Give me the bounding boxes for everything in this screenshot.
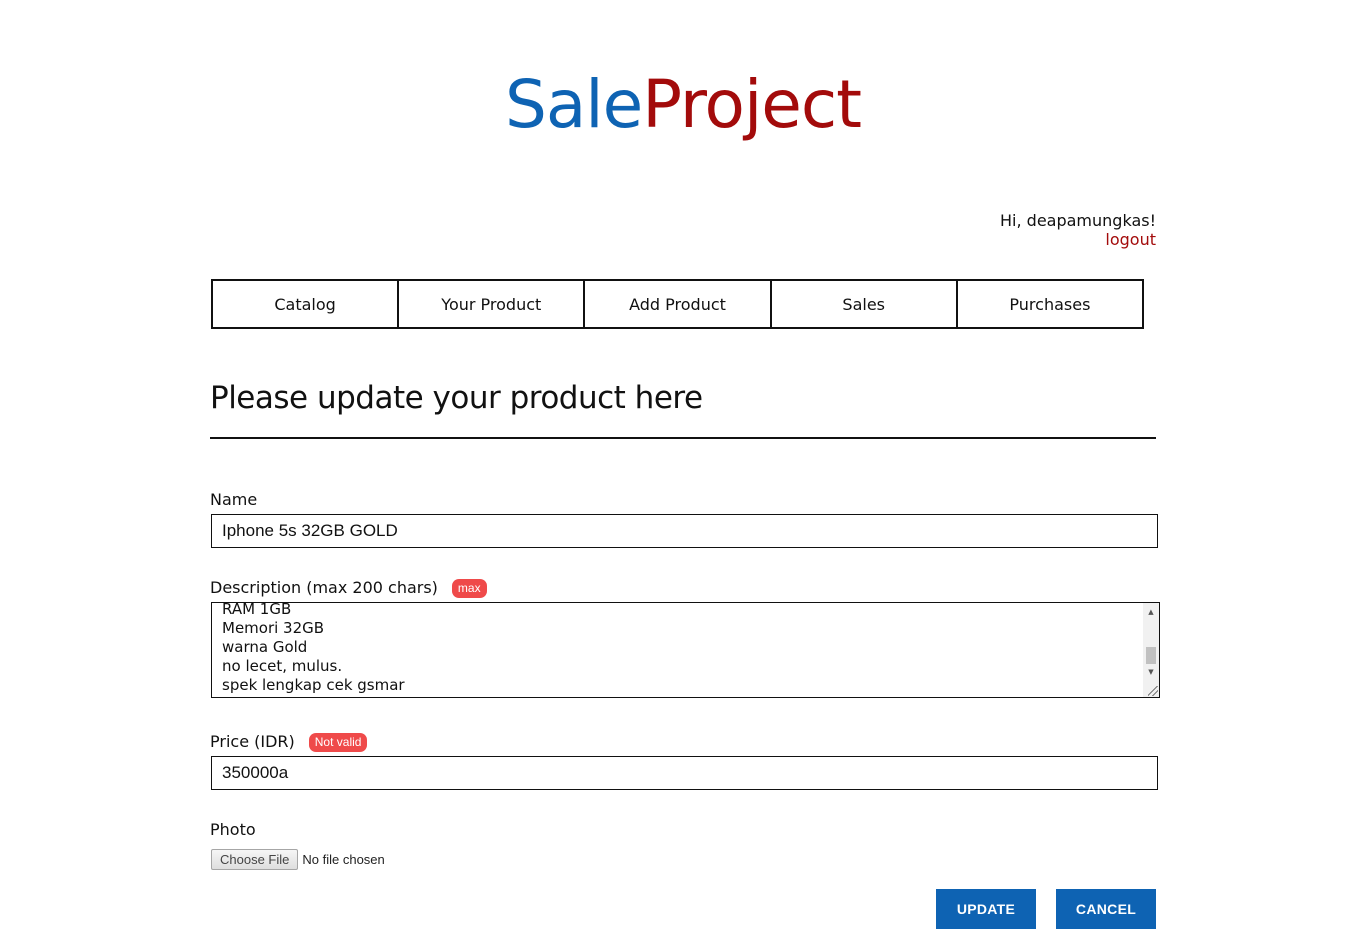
main-nav: Catalog Your Product Add Product Sales P…	[211, 279, 1144, 329]
description-line: no lecet, mulus.	[222, 657, 343, 675]
description-label-text: Description (max 200 chars)	[210, 578, 438, 597]
logo-sale-text: Sale	[504, 66, 643, 143]
description-line: Memori 32GB	[222, 619, 325, 637]
scroll-thumb[interactable]	[1146, 647, 1156, 664]
photo-label: Photo	[210, 820, 256, 840]
logo-project-text: Project	[642, 66, 862, 143]
description-text: RAM 1GB Memori 32GB warna Gold no lecet,…	[222, 602, 405, 695]
description-line: warna Gold	[222, 638, 308, 656]
photo-label-text: Photo	[210, 820, 256, 839]
resize-grip-icon[interactable]	[1148, 686, 1158, 696]
price-label-text: Price (IDR)	[210, 732, 295, 751]
cancel-button[interactable]: CANCEL	[1056, 889, 1156, 929]
nav-item-catalog[interactable]: Catalog	[213, 281, 400, 327]
choose-file-button[interactable]: Choose File	[211, 849, 299, 870]
description-label: Description (max 200 chars) max	[210, 578, 487, 598]
description-line: RAM 1GB	[222, 602, 292, 618]
name-input[interactable]	[211, 514, 1158, 548]
photo-file-input: Choose File No file chosen	[211, 849, 385, 870]
nav-item-purchases[interactable]: Purchases	[958, 281, 1142, 327]
page-title: Please update your product here	[210, 380, 703, 416]
price-label: Price (IDR) Not valid	[210, 732, 368, 752]
price-input[interactable]	[211, 756, 1158, 790]
nav-item-your-product[interactable]: Your Product	[399, 281, 586, 327]
nav-item-sales[interactable]: Sales	[772, 281, 958, 327]
update-button[interactable]: UPDATE	[936, 889, 1036, 929]
scroll-up-arrow-icon[interactable]: ▲	[1143, 605, 1159, 619]
description-line: spek lengkap cek gsmar	[222, 676, 405, 694]
name-label: Name	[210, 490, 257, 510]
description-scrollbar[interactable]: ▲ ▼	[1143, 603, 1159, 697]
scroll-down-arrow-icon[interactable]: ▼	[1143, 665, 1159, 679]
title-divider	[210, 437, 1156, 439]
name-label-text: Name	[210, 490, 258, 509]
description-max-badge: max	[451, 578, 487, 598]
nav-item-add-product[interactable]: Add Product	[585, 281, 772, 327]
logout-link[interactable]: logout	[1000, 230, 1156, 249]
price-not-valid-badge: Not valid	[308, 732, 368, 752]
file-status-text: No file chosen	[302, 852, 385, 867]
site-logo[interactable]: SaleProject	[0, 60, 1366, 150]
user-greeting: Hi, deapamungkas!	[1000, 211, 1156, 230]
user-greeting-block: Hi, deapamungkas! logout	[1000, 211, 1156, 249]
description-textarea[interactable]: RAM 1GB Memori 32GB warna Gold no lecet,…	[211, 602, 1160, 698]
